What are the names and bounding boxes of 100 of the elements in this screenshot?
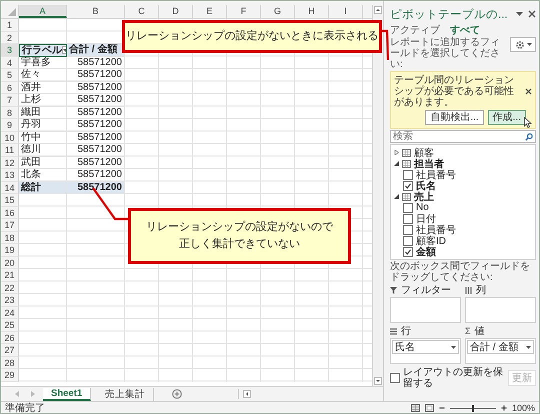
column-header[interactable]: A [19,5,67,18]
row-number[interactable]: 18 [1,232,19,244]
row-number[interactable]: 29 [1,369,19,382]
row-number[interactable]: 22 [1,282,19,294]
close-icon[interactable] [528,10,536,18]
defer-label[interactable]: レイアウトの更新を保留する [403,367,505,389]
area-field-dropdown[interactable]: 氏名 [392,340,459,354]
row-number[interactable]: 6 [1,82,19,94]
field-checkbox[interactable] [403,236,413,246]
row-number[interactable]: 10 [1,132,19,144]
row-number[interactable]: 8 [1,106,19,119]
normal-view-icon[interactable] [410,404,420,412]
defer-checkbox[interactable] [390,373,400,383]
pane-tab[interactable]: すべて [450,25,480,36]
notice-button[interactable]: 自動検出... [425,110,484,125]
row-number[interactable]: 12 [1,156,19,169]
field-checkbox[interactable] [403,170,413,180]
table-cell: 徳川 [19,144,67,156]
scroll-left-icon[interactable] [243,390,251,398]
caret-icon [526,43,532,46]
drop-area[interactable]: 合計 / 金額 [465,338,536,364]
field-name[interactable]: No [416,202,429,213]
row-number[interactable]: 11 [1,144,19,156]
column-header[interactable]: F [227,5,261,18]
row-number[interactable]: 2 [1,32,19,44]
row-number[interactable]: 21 [1,269,19,282]
area-field-dropdown[interactable]: 合計 / 金額 [467,340,534,354]
caret-icon [451,346,456,348]
row-number[interactable]: 17 [1,219,19,232]
zoom-out-icon[interactable] [438,405,445,411]
sheet-tab[interactable]: Sheet1 [43,388,92,400]
table-name[interactable]: 売上 [414,190,434,204]
row-number[interactable]: 25 [1,319,19,332]
field-name[interactable]: 社員番号 [416,168,456,182]
row-number[interactable]: 14 [1,182,19,194]
pane-tab[interactable]: アクティブ [390,25,440,36]
row-number[interactable]: 16 [1,206,19,219]
row-number[interactable]: 28 [1,356,19,369]
zoom-slider-thumb[interactable] [472,404,474,412]
row-number[interactable]: 27 [1,344,19,356]
scroll-up-icon[interactable] [374,6,382,14]
field-checkbox[interactable] [403,180,413,190]
column-header[interactable]: H [295,5,329,18]
field-checkbox[interactable] [403,246,413,256]
row-number[interactable]: 15 [1,194,19,206]
field-name[interactable]: 社員番号 [416,222,456,236]
row-number[interactable]: 7 [1,94,19,106]
status-text: 準備完了 [5,402,45,413]
settings-button[interactable] [510,37,536,52]
table-cell: 58571200 [67,144,125,156]
add-sheet-icon[interactable] [172,389,182,399]
close-icon[interactable] [525,88,532,95]
column-header[interactable]: C [125,5,159,18]
area-field-name: 氏名 [395,340,415,354]
columns-icon [465,286,472,294]
column-header[interactable]: D [159,5,193,18]
table-cell: 丹羽 [19,119,67,132]
row-number[interactable]: 20 [1,256,19,269]
field-name[interactable]: 顧客ID [416,234,446,248]
scroll-down-icon[interactable] [374,377,382,385]
column-header[interactable]: B [67,5,125,18]
field-checkbox[interactable] [403,224,413,234]
table-icon [402,160,411,168]
zoom-level-text[interactable]: 100% [512,403,535,413]
row-number[interactable]: 23 [1,294,19,306]
field-name[interactable]: 氏名 [416,178,436,192]
areas-hint: 次のボックス間でフィールドをドラッグしてください: [390,261,531,283]
callout-text: リレーションシップの設定がないので [146,221,333,234]
field-checkbox[interactable] [403,202,413,212]
column-header[interactable]: G [261,5,295,18]
field-name[interactable]: 金額 [416,244,436,258]
column-header[interactable]: I [329,5,363,18]
row-number[interactable]: 4 [1,56,19,69]
row-number[interactable]: 3 [1,44,19,56]
field-checkbox[interactable] [403,214,413,224]
page-layout-icon[interactable] [424,404,434,412]
search-field[interactable]: 検索 [390,130,536,143]
row-number[interactable]: 13 [1,169,19,182]
expand-arrow-icon[interactable] [394,194,399,199]
table-cell: 織田 [19,106,67,119]
row-number[interactable]: 1 [1,19,19,32]
table-cell: 58571200 [67,106,125,119]
table-name[interactable]: 顧客 [414,146,434,160]
table-cell: 58571200 [67,94,125,106]
row-number[interactable]: 5 [1,69,19,82]
field-name[interactable]: 日付 [416,212,436,226]
caret-icon[interactable] [516,12,523,16]
notice-text: テーブル間のリレーションシップが必要である可能性があります。 [394,75,515,108]
row-number[interactable]: 19 [1,244,19,256]
zoom-in-icon[interactable] [500,405,507,411]
row-number[interactable]: 26 [1,332,19,344]
row-number[interactable]: 24 [1,306,19,319]
notice-button[interactable]: 作成... [488,110,526,125]
sigma-icon: Σ [465,326,471,336]
row-number[interactable]: 9 [1,119,19,132]
drop-area[interactable]: 氏名 [390,338,461,364]
column-header[interactable]: E [193,5,227,18]
area-label: 値 [474,325,485,338]
expand-arrow-icon[interactable] [394,161,399,166]
table-name[interactable]: 担当者 [414,156,444,170]
